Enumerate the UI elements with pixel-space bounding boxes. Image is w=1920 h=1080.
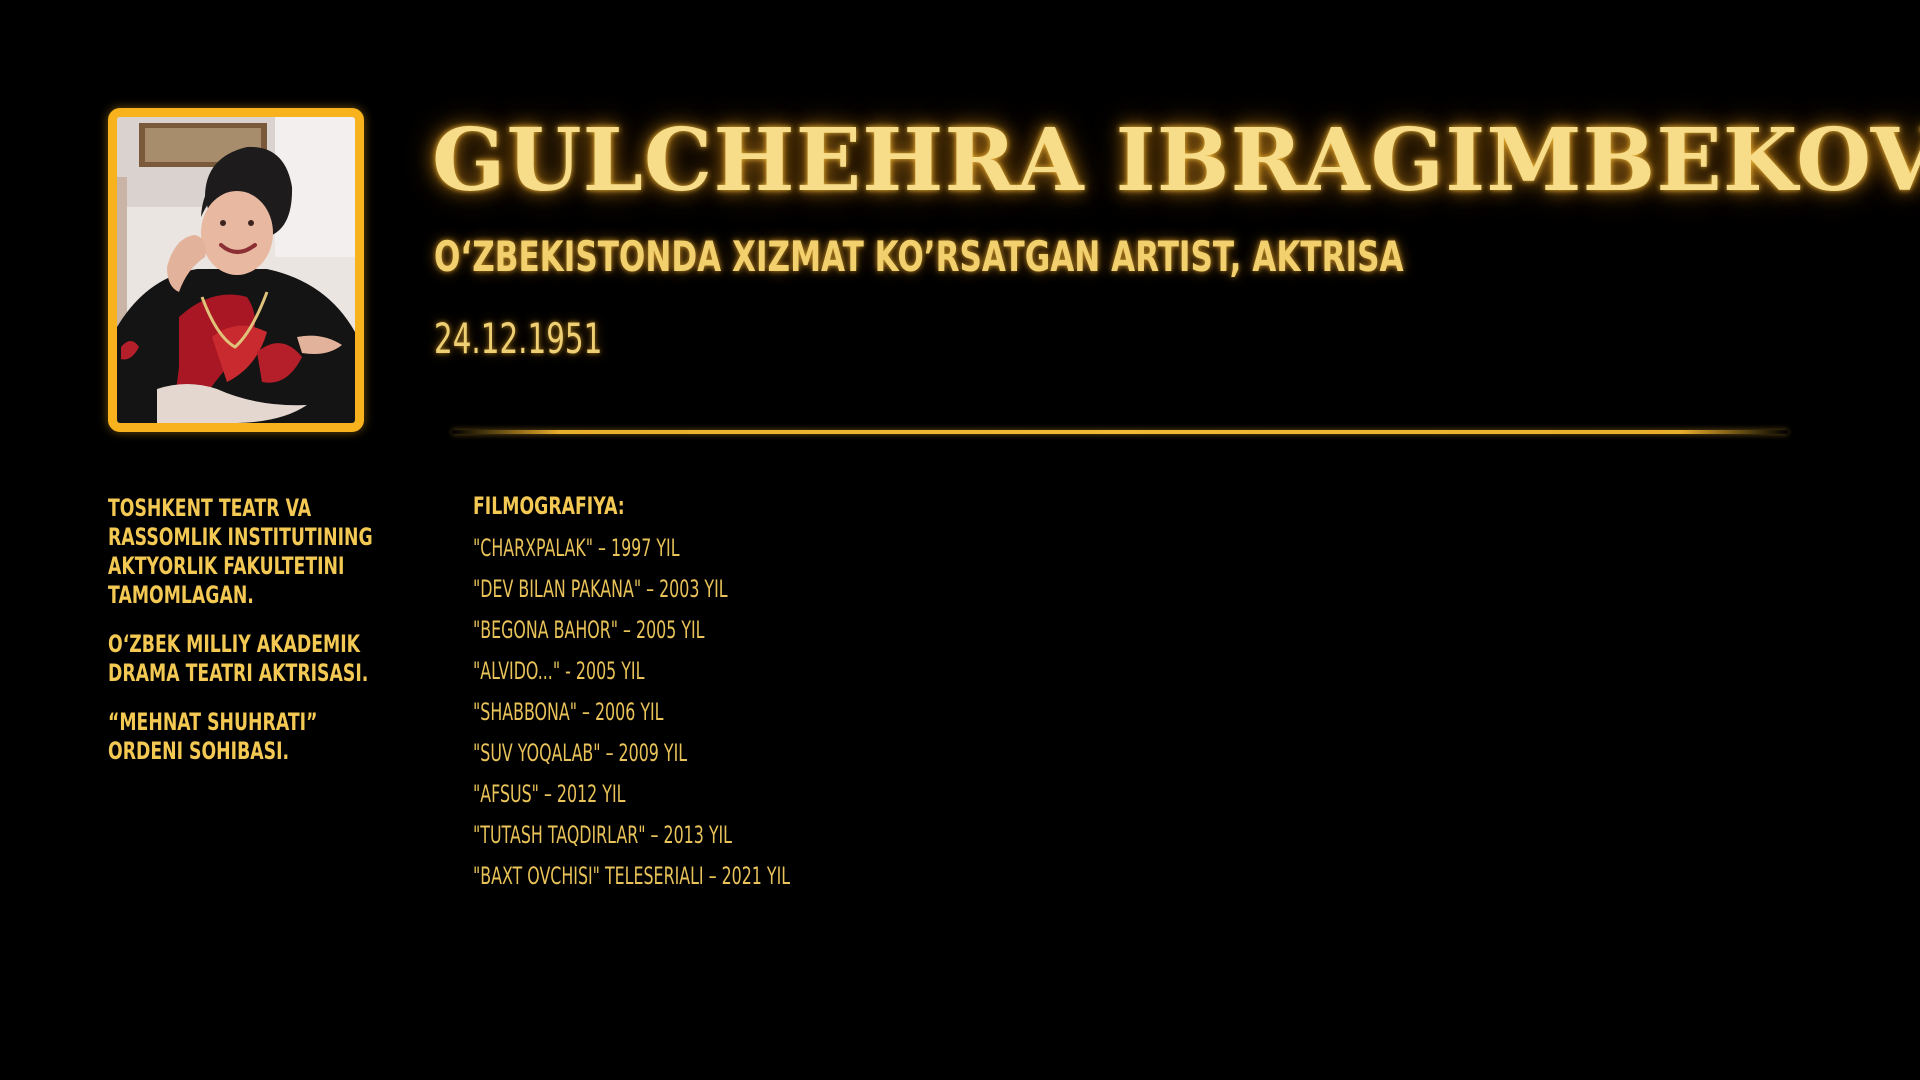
bio-theatre: O‘ZBEK MILLIY AKADEMIK DRAMA TEATRI AKTR… xyxy=(108,630,369,687)
film-item: "AFSUS" – 2012 YIL xyxy=(473,780,626,808)
birth-date: 24.12.1951 xyxy=(434,314,603,363)
filmography-list: "CHARXPALAK" – 1997 YIL "DEV BILAN PAKAN… xyxy=(473,534,953,903)
film-item: "ALVIDO..." - 2005 YIL xyxy=(473,657,645,685)
film-item: "BEGONA BAHOR" – 2005 YIL xyxy=(473,616,705,644)
film-item: "SUV YOQALAB" – 2009 YIL xyxy=(473,739,688,767)
filmography-section: FILMOGRAFIYA: "CHARXPALAK" – 1997 YIL "D… xyxy=(473,492,953,903)
filmography-heading: FILMOGRAFIYA: xyxy=(473,492,625,520)
actress-title: O‘ZBEKISTONDA XIZMAT KO’RSATGAN ARTIST, … xyxy=(434,232,1404,281)
gold-divider xyxy=(452,430,1788,434)
bio-award: “MEHNAT SHUHRATI” ORDENI SOHIBASI. xyxy=(108,708,318,765)
film-item: "TUTASH TAQDIRLAR" – 2013 YIL xyxy=(473,821,733,849)
portrait-photo-icon xyxy=(117,117,355,423)
portrait-photo xyxy=(108,108,364,432)
film-item: "DEV BILAN PAKANA" – 2003 YIL xyxy=(473,575,728,603)
bio-education: TOSHKENT TEATR VA RASSOMLIK INSTITUTININ… xyxy=(108,494,373,609)
film-item: "BAXT OVCHISI" TELESERIALI – 2021 YIL xyxy=(473,862,791,890)
film-item: "CHARXPALAK" – 1997 YIL xyxy=(473,534,680,562)
bio-section: TOSHKENT TEATR VA RASSOMLIK INSTITUTININ… xyxy=(108,494,508,786)
film-item: "SHABBONA" – 2006 YIL xyxy=(473,698,664,726)
actress-name: GULCHEHRA IBRAGIMBEKOVA xyxy=(432,110,1920,211)
